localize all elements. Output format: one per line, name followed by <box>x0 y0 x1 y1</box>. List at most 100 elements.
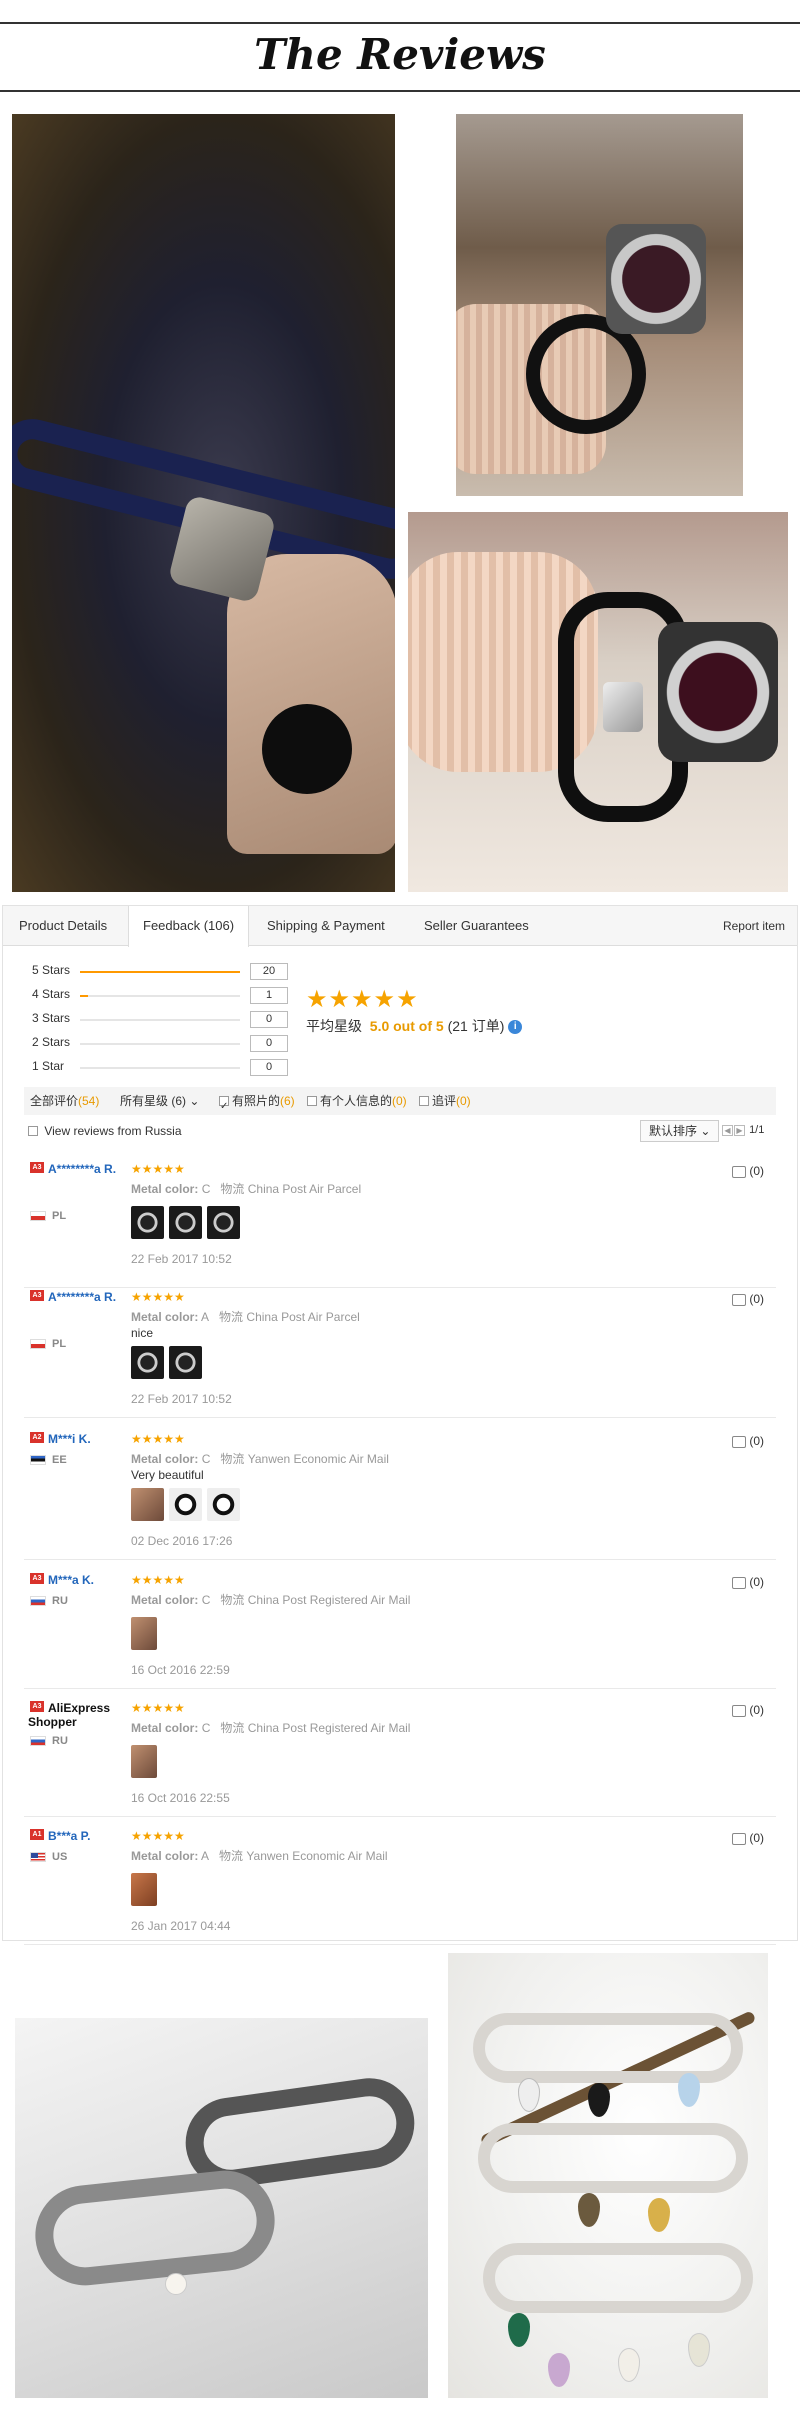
tab-shipping-payment[interactable]: Shipping & Payment <box>267 906 385 946</box>
next-page-icon[interactable]: ▶ <box>734 1125 745 1136</box>
review-photo-black-bracelet-closeup <box>408 512 788 892</box>
rating-count: 0 <box>250 1011 288 1028</box>
rating-bar <box>80 995 240 997</box>
useful-button[interactable]: (0) <box>732 1292 764 1306</box>
useful-button[interactable]: (0) <box>732 1164 764 1178</box>
header-rule-bottom <box>0 90 800 92</box>
filter-star-select[interactable]: 所有星级 (6) ⌄ <box>120 1087 199 1115</box>
sort-dropdown[interactable]: 默认排序 ⌄ <box>640 1120 720 1142</box>
review-date: 16 Oct 2016 22:55 <box>131 1791 230 1805</box>
rating-label: 1 Star <box>32 1059 65 1073</box>
rating-bar-fill <box>80 995 88 997</box>
review-stars: ★★★★★ <box>131 1432 185 1446</box>
filter-bar: 全部评价(54) 所有星级 (6) ⌄ 有照片的(6) 有个人信息的(0) 追评… <box>24 1087 776 1121</box>
filter-personal-info[interactable]: 有个人信息的(0) <box>307 1087 407 1115</box>
useful-button[interactable]: (0) <box>732 1434 764 1448</box>
review-item: A3 A********a R. PL ★★★★★ Metal color: A… <box>24 1290 776 1418</box>
rating-count: 0 <box>250 1059 288 1076</box>
reviews-header: The Reviews <box>0 0 800 110</box>
review-photo-thumb[interactable] <box>131 1488 164 1521</box>
review-stars: ★★★★★ <box>131 1829 185 1843</box>
tab-product-details[interactable]: Product Details <box>19 906 107 946</box>
review-photo-thumb[interactable] <box>169 1488 202 1521</box>
page-title: The Reviews <box>254 30 546 79</box>
filter-all[interactable]: 全部评价(54) <box>30 1087 99 1115</box>
rating-label: 2 Stars <box>32 1035 71 1049</box>
review-text: Very beautiful <box>131 1468 204 1482</box>
avg-rating-score: 5.0 out of 5 <box>369 1018 444 1034</box>
review-photo-thumb[interactable] <box>131 1745 157 1778</box>
page-indicator: 1/1 <box>749 1124 765 1136</box>
thumbs-up-icon <box>732 1832 747 1845</box>
flag-icon <box>30 1852 46 1863</box>
rating-bar <box>80 971 240 973</box>
prev-page-icon[interactable]: ◀ <box>722 1125 733 1136</box>
flag-icon <box>30 1455 46 1466</box>
reviewer-country: US <box>30 1851 67 1863</box>
rating-count: 0 <box>250 1035 288 1052</box>
order-count: (21 订单) <box>447 1018 505 1034</box>
rating-label: 4 Stars <box>32 987 71 1001</box>
reviewer-country: RU <box>30 1595 68 1607</box>
useful-button[interactable]: (0) <box>732 1831 764 1845</box>
review-stars: ★★★★★ <box>131 1701 185 1715</box>
rating-count: 20 <box>250 963 288 980</box>
flag-icon <box>30 1211 46 1222</box>
checkbox-icon[interactable] <box>28 1125 38 1136</box>
useful-button[interactable]: (0) <box>732 1575 764 1589</box>
review-photo-blue-bracelet <box>12 114 395 892</box>
filter-followup[interactable]: 追评(0) <box>419 1087 471 1115</box>
review-stars: ★★★★★ <box>131 1162 185 1176</box>
tab-seller-guarantees[interactable]: Seller Guarantees <box>424 906 529 946</box>
review-meta: Metal color: A 物流 China Post Air Parcel <box>131 1310 360 1324</box>
review-photo-thumb[interactable] <box>131 1346 164 1379</box>
info-icon[interactable]: i <box>508 1020 523 1035</box>
thumbs-up-icon <box>732 1576 747 1589</box>
reviewer-country: RU <box>30 1735 68 1747</box>
review-photo-thumb[interactable] <box>207 1206 240 1239</box>
reviewer-name[interactable]: AliExpress Shopper <box>28 1701 123 1729</box>
review-date: 22 Feb 2017 10:52 <box>131 1392 232 1406</box>
reviewer-name[interactable]: M***a K. <box>28 1573 123 1587</box>
rating-count: 1 <box>250 987 288 1004</box>
flag-icon <box>30 1339 46 1350</box>
rating-label: 3 Stars <box>32 1011 71 1025</box>
review-photo-thumb[interactable] <box>169 1206 202 1239</box>
review-date: 16 Oct 2016 22:59 <box>131 1663 230 1677</box>
summary-score: 平均星级 5.0 out of 5 (21 订单) i <box>306 1016 523 1036</box>
checkbox-icon[interactable] <box>219 1093 229 1121</box>
review-photos <box>131 1617 162 1655</box>
reviewer-country: PL <box>30 1210 66 1222</box>
tab-feedback[interactable]: Feedback (106) <box>128 906 250 947</box>
review-photo-thumb[interactable] <box>169 1346 202 1379</box>
reviewer-name[interactable]: A********a R. <box>28 1162 123 1176</box>
review-meta: Metal color: C 物流 China Post Air Parcel <box>131 1182 362 1196</box>
checkbox-icon[interactable] <box>307 1095 317 1106</box>
rating-bar <box>80 1043 240 1045</box>
checkbox-icon[interactable] <box>419 1095 429 1106</box>
reviewer-name[interactable]: A********a R. <box>28 1290 123 1304</box>
filter-with-photos[interactable]: 有照片的(6) <box>219 1087 295 1121</box>
review-date: 22 Feb 2017 10:52 <box>131 1252 232 1266</box>
rating-bar-fill <box>80 971 240 973</box>
reviewer-country: PL <box>30 1338 66 1350</box>
thumbs-up-icon <box>732 1165 747 1178</box>
useful-button[interactable]: (0) <box>732 1703 764 1717</box>
review-photos <box>131 1206 245 1244</box>
review-photo-thumb[interactable] <box>131 1617 157 1650</box>
thumbs-up-icon <box>732 1435 747 1448</box>
report-item-link[interactable]: Report item <box>723 906 785 946</box>
review-item: A3 A********a R. PL ★★★★★ Metal color: C… <box>24 1162 776 1288</box>
review-item: A3 M***a K. RU ★★★★★ Metal color: C 物流 C… <box>24 1573 776 1689</box>
reviewer-name[interactable]: B***a P. <box>28 1829 123 1843</box>
reviewer-country: EE <box>30 1454 67 1466</box>
review-photo-thumb[interactable] <box>207 1488 240 1521</box>
reviewer-name[interactable]: M***i K. <box>28 1432 123 1446</box>
review-photo-thumb[interactable] <box>131 1873 157 1906</box>
header-rule-top <box>0 22 800 24</box>
review-photo-thumb[interactable] <box>131 1206 164 1239</box>
view-russia-filter[interactable]: View reviews from Russia <box>28 1124 182 1138</box>
rating-bar <box>80 1067 240 1069</box>
flag-icon <box>30 1736 46 1747</box>
review-photos <box>131 1488 245 1526</box>
